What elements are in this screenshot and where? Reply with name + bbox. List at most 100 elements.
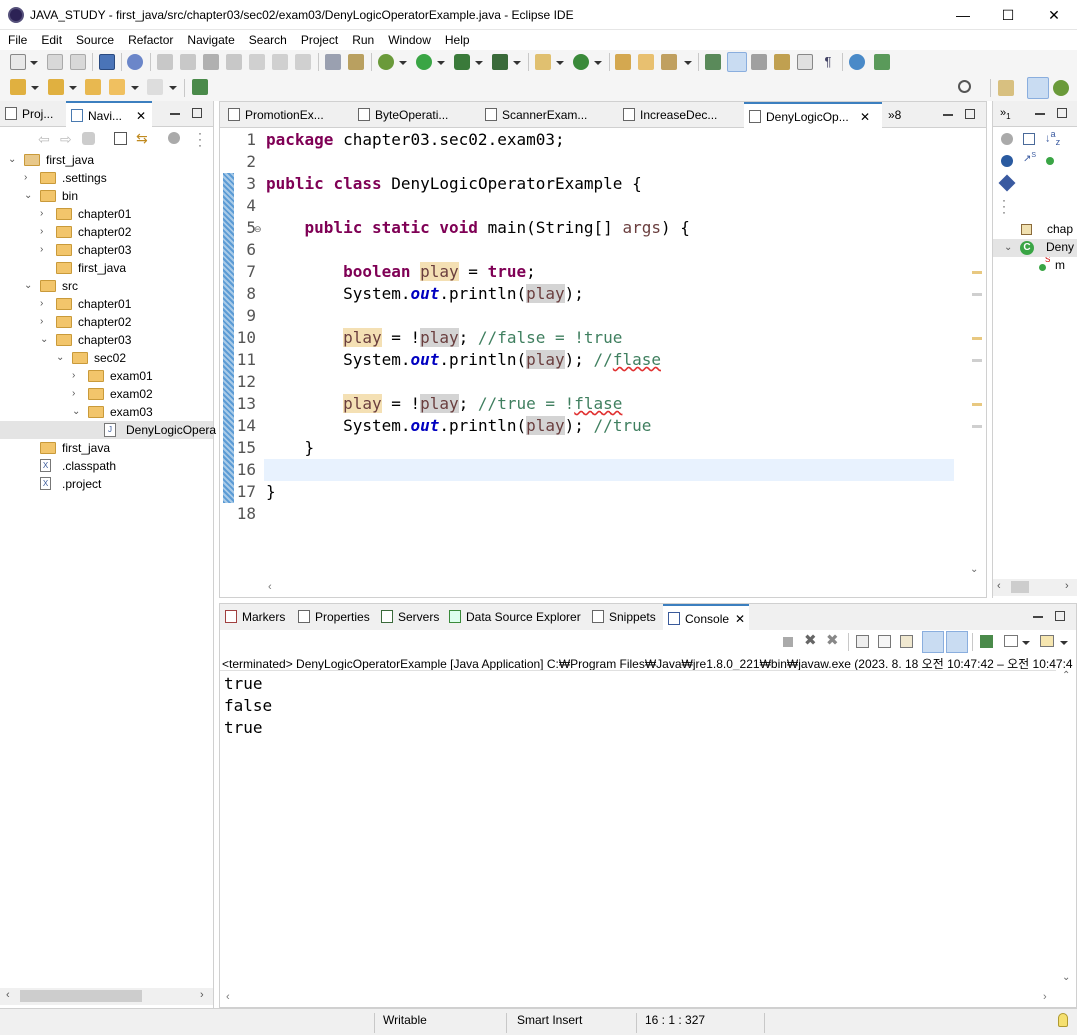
- open-type-icon[interactable]: [615, 54, 631, 70]
- minimize-view-icon[interactable]: [170, 113, 180, 115]
- tab-markers[interactable]: Markers: [220, 604, 290, 630]
- show-source-icon[interactable]: [797, 54, 813, 70]
- minimize-editor-icon[interactable]: [943, 114, 953, 116]
- forward-icon[interactable]: [147, 79, 163, 95]
- filters-icon[interactable]: [1001, 133, 1013, 145]
- status-insert-mode[interactable]: Smart Insert: [517, 1013, 582, 1027]
- hide-fields-icon[interactable]: [1001, 155, 1013, 167]
- tree-item[interactable]: X .classpath: [0, 457, 213, 475]
- view-menu-icon[interactable]: · · ·: [1002, 194, 1006, 218]
- show-on-stdout-icon[interactable]: [922, 631, 944, 653]
- menu-search[interactable]: Search: [241, 30, 293, 47]
- menu-edit[interactable]: Edit: [33, 30, 68, 47]
- outline-horizontal-scrollbar[interactable]: ‹ ›: [993, 579, 1077, 596]
- tree-item[interactable]: › chapter01: [0, 295, 213, 313]
- tree-item[interactable]: first_java: [0, 439, 213, 457]
- chevron-down-icon[interactable]: ⌄: [8, 155, 18, 165]
- run-icon[interactable]: [416, 54, 432, 70]
- tree-item[interactable]: › exam02: [0, 385, 213, 403]
- scroll-thumb[interactable]: [20, 990, 142, 1002]
- resume-icon[interactable]: [157, 54, 173, 70]
- tree-item[interactable]: ⌄ sec02: [0, 349, 213, 367]
- sort-icon[interactable]: ↓az: [1045, 129, 1060, 147]
- show-whitespace-icon[interactable]: ¶: [820, 54, 836, 70]
- previous-annotation-icon[interactable]: [48, 79, 64, 95]
- console-horizontal-scrollbar[interactable]: ‹ ›: [220, 990, 1076, 1007]
- console-vertical-scrollbar[interactable]: ⌃ ⌄: [1058, 670, 1076, 990]
- tab-navigator[interactable]: Navi... ✕: [66, 101, 152, 127]
- outline-item-method[interactable]: S m: [1037, 257, 1077, 275]
- back-icon[interactable]: [109, 79, 125, 95]
- scroll-thumb[interactable]: [1011, 581, 1029, 593]
- tree-item[interactable]: X .project: [0, 475, 213, 493]
- left-horizontal-scrollbar[interactable]: ‹ ›: [0, 988, 213, 1005]
- tab-snippets[interactable]: Snippets: [587, 604, 659, 630]
- pin-console-icon[interactable]: [980, 635, 993, 648]
- open-task-icon[interactable]: [638, 54, 654, 70]
- menu-refactor[interactable]: Refactor: [120, 30, 179, 47]
- tree-item[interactable]: ⌄ first_java: [0, 151, 213, 169]
- console-output[interactable]: true false true: [220, 670, 1056, 990]
- coverage-icon[interactable]: [454, 54, 470, 70]
- block-selection-icon[interactable]: [774, 54, 790, 70]
- scroll-lock-icon[interactable]: [878, 635, 891, 648]
- new-java-class-icon[interactable]: [573, 54, 589, 70]
- close-icon[interactable]: ✕: [136, 103, 146, 127]
- last-edit-location-icon[interactable]: [85, 79, 101, 95]
- tree-item[interactable]: ⌄ src: [0, 277, 213, 295]
- more-tabs-indicator[interactable]: »8: [888, 108, 901, 122]
- scroll-right-icon[interactable]: ›: [1065, 580, 1069, 592]
- view-menu-icon[interactable]: · · ·: [198, 127, 202, 151]
- tree-item[interactable]: › chapter02: [0, 223, 213, 241]
- skip-breakpoints-icon[interactable]: [127, 54, 143, 70]
- menu-navigate[interactable]: Navigate: [179, 30, 240, 47]
- tree-item[interactable]: J DenyLogicOpera: [0, 421, 216, 439]
- display-console-icon[interactable]: [1004, 635, 1018, 647]
- debug-icon[interactable]: [378, 54, 394, 70]
- tree-item[interactable]: › chapter02: [0, 313, 213, 331]
- occurrence-marker[interactable]: [972, 337, 982, 340]
- tab-project-explorer[interactable]: Proj...: [0, 101, 64, 127]
- scroll-right-icon[interactable]: ›: [200, 989, 204, 1001]
- occurrence-marker[interactable]: [972, 359, 982, 362]
- tree-item[interactable]: first_java: [0, 259, 213, 277]
- new-java-project-icon[interactable]: [535, 54, 551, 70]
- scroll-left-icon[interactable]: ‹: [997, 580, 1001, 592]
- use-step-filters-icon[interactable]: [325, 54, 341, 70]
- maximize-view-icon[interactable]: [192, 108, 202, 118]
- new-dropdown-icon[interactable]: [30, 61, 38, 65]
- new-icon[interactable]: [10, 54, 26, 70]
- tab-properties[interactable]: Properties: [293, 604, 375, 630]
- fold-toggle-icon[interactable]: ⊖: [254, 224, 262, 235]
- link-with-editor-icon[interactable]: ⇆: [136, 131, 150, 145]
- tab-byte-operation[interactable]: ByteOperati...: [353, 102, 457, 128]
- save-icon[interactable]: [47, 54, 63, 70]
- tab-data-source-explorer[interactable]: Data Source Explorer: [444, 604, 584, 630]
- occurrence-marker[interactable]: [972, 425, 982, 428]
- open-perspective-icon[interactable]: [998, 80, 1014, 96]
- tab-scanner-example[interactable]: ScannerExam...: [480, 102, 600, 128]
- step-into-icon[interactable]: [249, 54, 265, 70]
- minimize-view-icon[interactable]: [1033, 616, 1043, 618]
- step-over-icon[interactable]: [272, 54, 288, 70]
- chevron-right-icon[interactable]: ›: [40, 317, 50, 327]
- terminate-icon[interactable]: [203, 54, 219, 70]
- lightbulb-icon[interactable]: [1058, 1013, 1068, 1027]
- maximize-button[interactable]: ☐: [985, 0, 1031, 30]
- forward-arrow-icon[interactable]: ⇨: [60, 131, 72, 148]
- pin-editor-icon[interactable]: [192, 79, 208, 95]
- hide-nonpublic-icon[interactable]: [1046, 157, 1054, 165]
- maximize-editor-icon[interactable]: [965, 109, 975, 119]
- menu-file[interactable]: File: [0, 30, 33, 47]
- back-arrow-icon[interactable]: ⇦: [38, 131, 50, 148]
- occurrence-marker[interactable]: [972, 403, 982, 406]
- java-perspective-icon[interactable]: [1027, 77, 1049, 99]
- outline-tab-icon[interactable]: »1: [1000, 107, 1011, 121]
- close-icon[interactable]: ✕: [860, 104, 870, 128]
- server-icon[interactable]: [874, 54, 890, 70]
- chevron-down-icon[interactable]: ⌄: [56, 353, 66, 363]
- up-icon[interactable]: [82, 132, 95, 145]
- minimize-button[interactable]: —: [940, 0, 986, 30]
- chevron-right-icon[interactable]: ›: [40, 227, 50, 237]
- suspend-icon[interactable]: [180, 54, 196, 70]
